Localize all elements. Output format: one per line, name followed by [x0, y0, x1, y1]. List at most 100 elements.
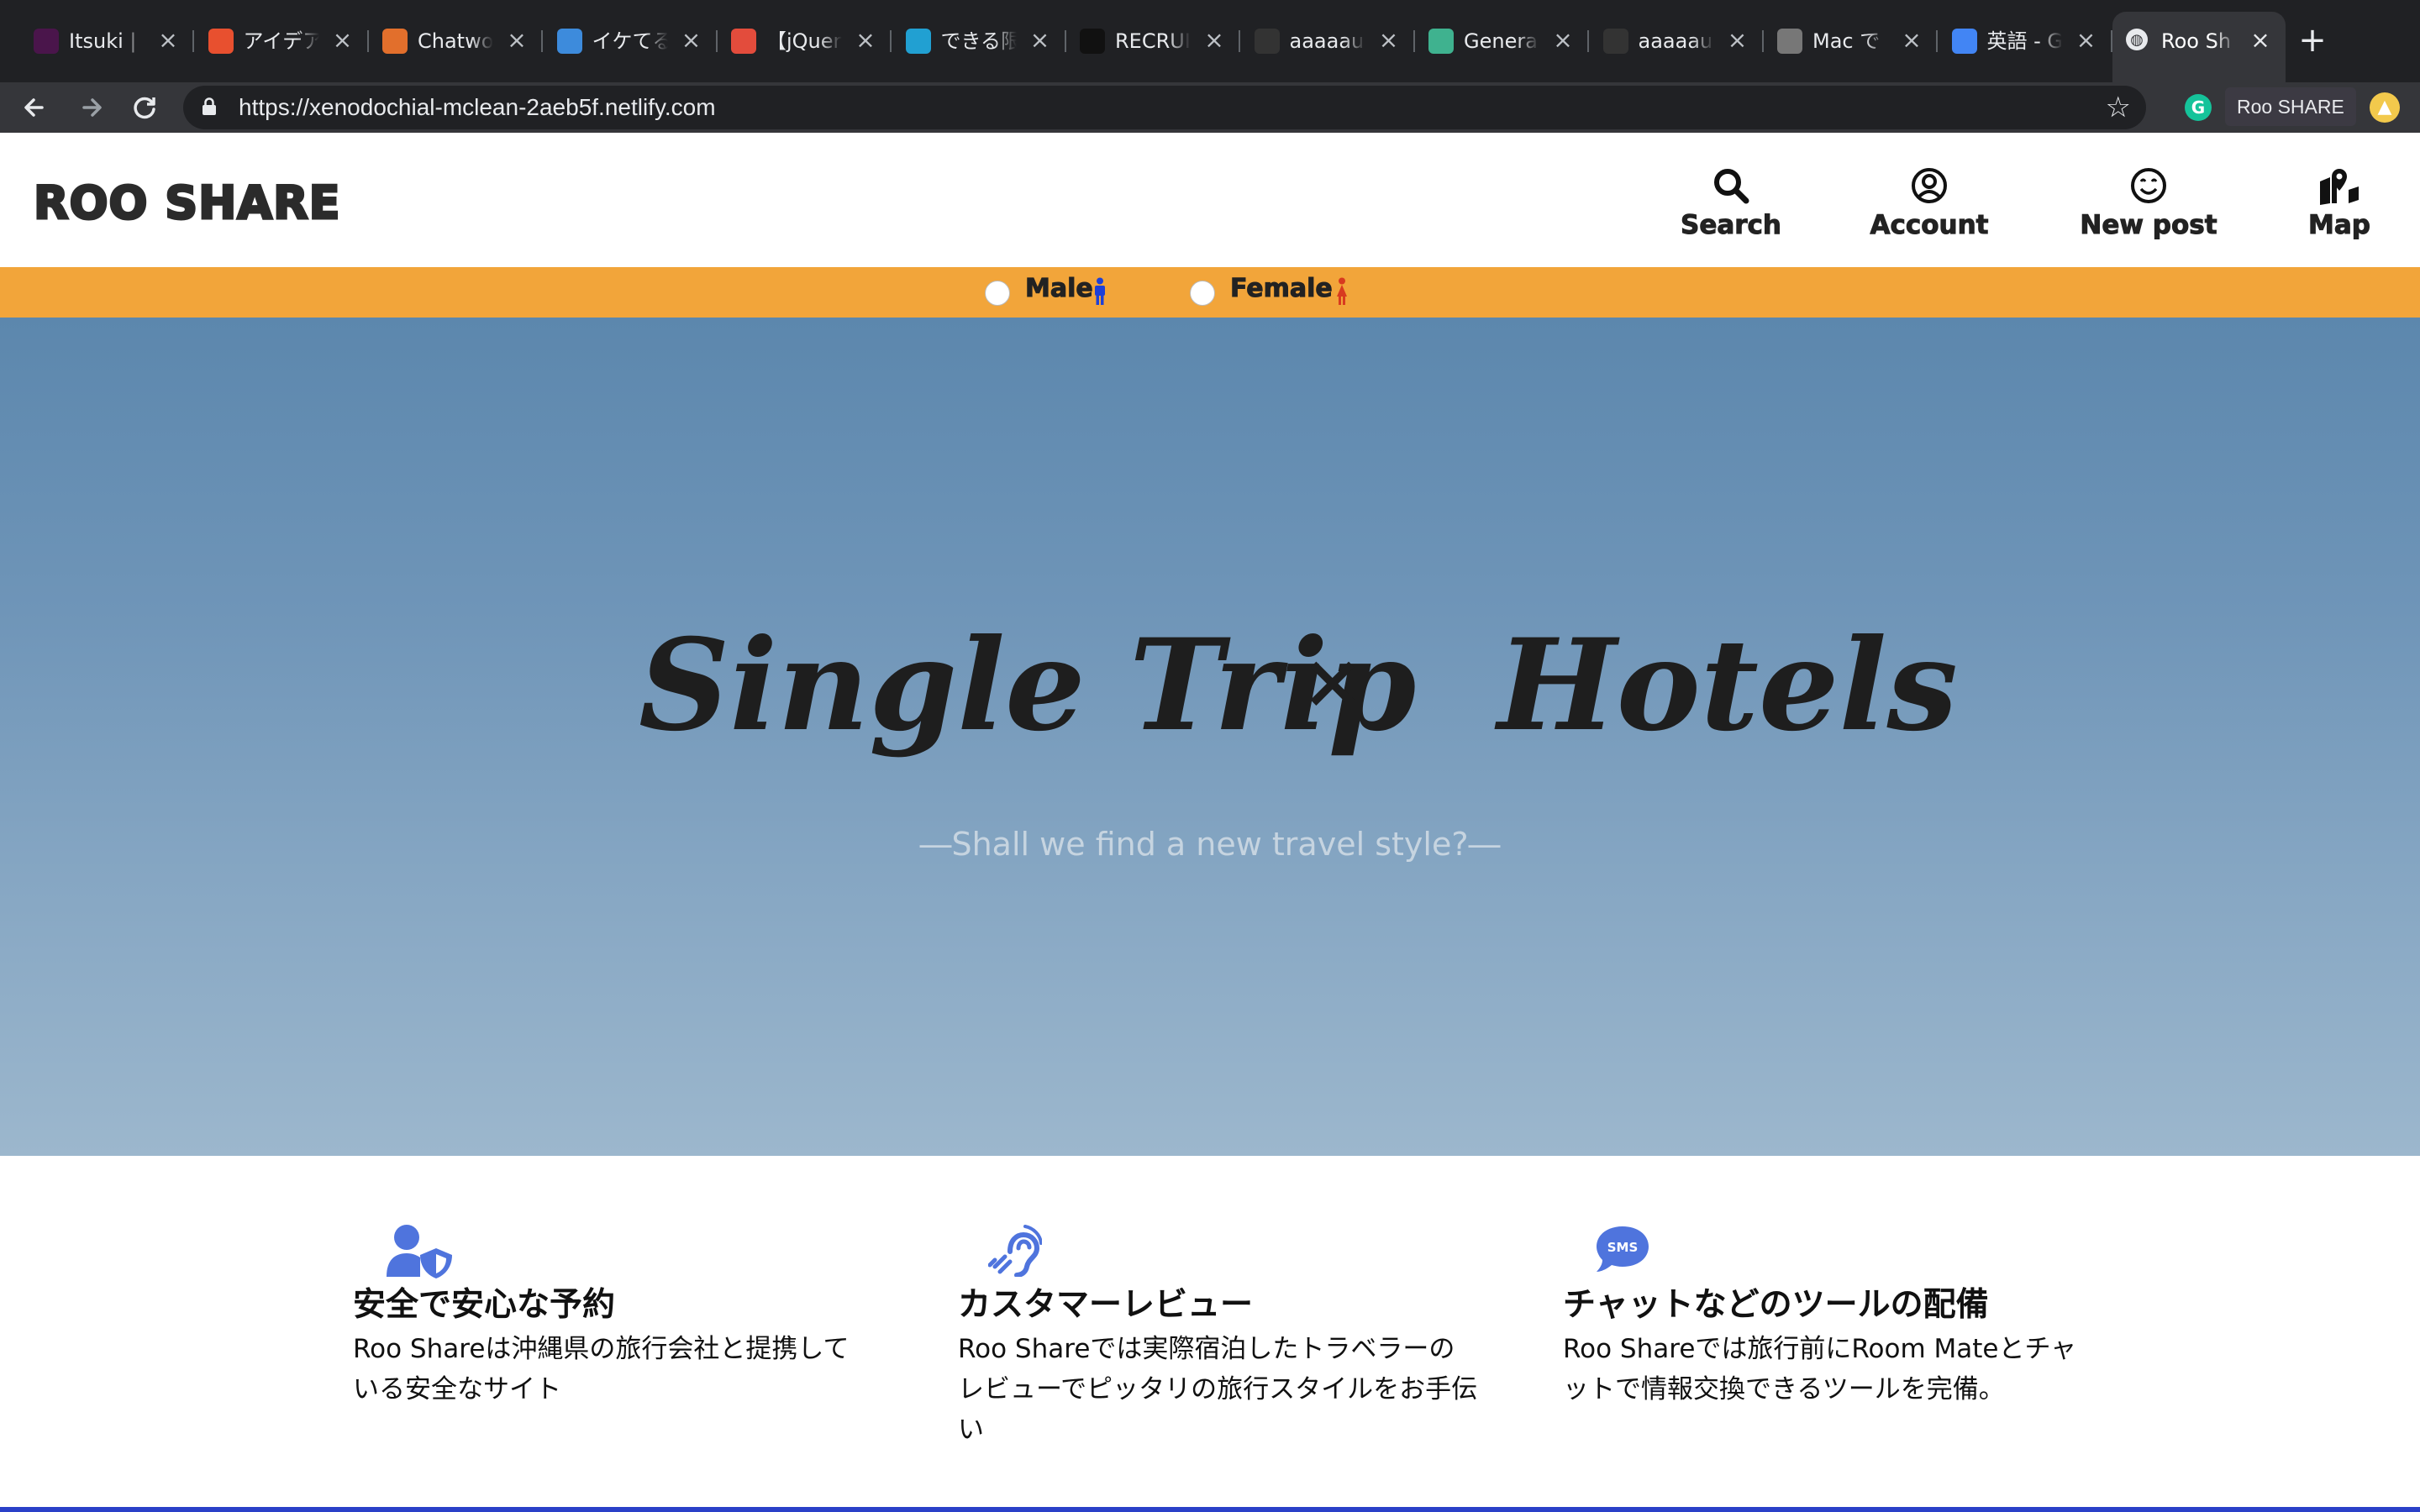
browser-toolbar: https://xenodochial-mclean-2aeb5f.netlif… [0, 82, 2420, 133]
user-shield-icon [387, 1225, 452, 1278]
site-logo[interactable]: ROO SHARE [33, 176, 342, 231]
tab-title: Roo Sh [2161, 29, 2232, 53]
browser-tab[interactable]: Chatwork × [369, 18, 543, 64]
female-label: Female [1230, 274, 1334, 304]
tab-title: 英語 - G [1986, 29, 2063, 53]
search-icon [1714, 169, 1749, 204]
tab-title: アイデア [243, 29, 319, 53]
reload-button[interactable] [126, 89, 163, 126]
close-tab-icon[interactable]: × [1201, 27, 1228, 54]
arrow-left-icon [24, 98, 44, 117]
gender-filter-bar: Male Female [0, 267, 2420, 318]
flame-icon [208, 29, 234, 54]
close-tab-icon[interactable]: × [1549, 27, 1576, 54]
close-tab-icon[interactable]: × [2073, 27, 2100, 54]
hero-subtitle: ―Shall we find a new travel style?― [919, 826, 1501, 863]
browser-tab-strip: Itsuki |×アイデア×Chatwork×イケてる×【jQuery×できる限… [0, 0, 2420, 82]
nav-map-label: Map [2308, 210, 2371, 241]
slack-icon [34, 29, 59, 54]
browser-tab[interactable]: ◍ Roo Sh × [2112, 12, 2286, 82]
feature-title: カスタマーレビュー [958, 1286, 1254, 1324]
browser-tab[interactable]: aaaaau × [1590, 18, 1764, 64]
globe-icon: ◍ [2126, 29, 2148, 50]
feature-title: 安全で安心な予約 [353, 1286, 616, 1324]
sms-icon: SMS [1597, 1226, 1649, 1272]
close-tab-icon[interactable]: × [1027, 27, 1054, 54]
url-text: https://xenodochial-mclean-2aeb5f.netlif… [239, 94, 716, 120]
close-tab-icon[interactable]: × [329, 27, 356, 54]
reload-icon [134, 97, 155, 119]
close-tab-icon[interactable]: × [1724, 27, 1751, 54]
profile-avatar-icon[interactable]: ▲ [2370, 92, 2400, 123]
assistive-listening-icon [988, 1225, 1042, 1277]
tab-title: できる限 [940, 29, 1017, 53]
nav-new-post-label: New post [2080, 210, 2217, 241]
features-section: 安全で安心な予約 Roo Shareは沖縄県の旅行会社と提携している安全なサイト… [0, 1156, 2420, 1512]
browser-tab[interactable]: アイデア × [195, 18, 369, 64]
nav-map[interactable]: Map [2306, 166, 2373, 241]
diamond-icon [1428, 29, 1454, 54]
nav-account[interactable]: Account [1869, 166, 1990, 241]
google-icon [1951, 29, 1977, 54]
close-tab-icon[interactable]: × [155, 27, 182, 54]
hero-title-left: Single Trip [639, 612, 1417, 759]
tab-title: Mac で [1812, 29, 1881, 53]
tab-title: 【jQuery [766, 29, 842, 53]
browser-tab[interactable]: 英語 - G × [1939, 18, 2112, 64]
map-icon [2320, 169, 2359, 205]
hero-title-times: × [1301, 637, 1365, 726]
close-tab-icon[interactable]: × [852, 27, 879, 54]
browser-tab[interactable]: できる限 × [892, 18, 1066, 64]
lock-icon [203, 97, 216, 115]
feature-text: Roo Shareは沖縄県の旅行会社と提携している安全なサイト [353, 1334, 850, 1404]
tab-title: Chatwork [418, 29, 493, 53]
new-tab-button[interactable]: + [2294, 22, 2331, 59]
close-tab-icon[interactable]: × [503, 27, 530, 54]
grammarly-extension-icon[interactable]: G [2185, 94, 2212, 121]
browser-tab[interactable]: Itsuki | × [20, 18, 194, 64]
account-icon [1912, 168, 1947, 203]
hero-title: Single Trip × Hotels [0, 612, 2420, 780]
back-button[interactable] [17, 89, 54, 126]
close-tab-icon[interactable]: × [1898, 27, 1925, 54]
github-icon [1602, 29, 1628, 54]
tab-title: Genera [1464, 29, 1538, 53]
circle-icon [731, 29, 756, 54]
browser-tab[interactable]: aaaaau × [1241, 18, 1415, 64]
browser-tab[interactable]: 【jQuery × [718, 18, 892, 64]
tab-title: aaaaau [1289, 29, 1365, 53]
male-icon [1095, 277, 1105, 305]
close-tab-icon[interactable]: × [2247, 27, 2274, 54]
extension-tooltip: Roo SHARE [2225, 87, 2356, 126]
browser-tab[interactable]: Genera × [1415, 18, 1589, 64]
apple-icon [1777, 29, 1802, 54]
nav-search[interactable]: Search [1681, 166, 1782, 241]
feature-title: チャットなどのツールの配備 [1563, 1286, 1989, 1324]
book-icon [1080, 29, 1105, 54]
forward-button[interactable] [72, 89, 109, 126]
chatwork-icon [382, 29, 408, 54]
tab-title: イケてる [592, 29, 668, 53]
browser-tab[interactable]: イケてる × [544, 18, 718, 64]
bookmark-star-icon[interactable]: ☆ [2106, 91, 2131, 124]
female-icon [1337, 277, 1347, 305]
smile-icon [2131, 168, 2166, 203]
female-radio[interactable] [1190, 281, 1215, 306]
tab-title: aaaaau [1638, 29, 1713, 53]
nav-search-label: Search [1681, 210, 1782, 241]
browser-tab[interactable]: Mac で × [1764, 18, 1938, 64]
bottom-accent-line [0, 1507, 2420, 1512]
hero-title-right: Hotels [1497, 612, 1958, 759]
male-radio[interactable] [985, 281, 1010, 306]
arrow-right-icon [82, 98, 102, 117]
browser-tab[interactable]: RECRUIT × [1066, 18, 1240, 64]
feature-text: Roo Shareでは実際宿泊したトラベラーのレビューでピッタリの旅行スタイルを… [958, 1334, 1478, 1445]
chart-icon [556, 29, 582, 54]
tab-title: Itsuki | [69, 29, 137, 53]
hero-banner: Single Trip × Hotels ―Shall we find a ne… [0, 318, 2420, 1156]
close-tab-icon[interactable]: × [678, 27, 705, 54]
close-tab-icon[interactable]: × [1376, 27, 1402, 54]
male-label: Male [1025, 274, 1094, 304]
address-bar[interactable]: https://xenodochial-mclean-2aeb5f.netlif… [183, 86, 2146, 129]
nav-new-post[interactable]: New post [2079, 166, 2218, 241]
